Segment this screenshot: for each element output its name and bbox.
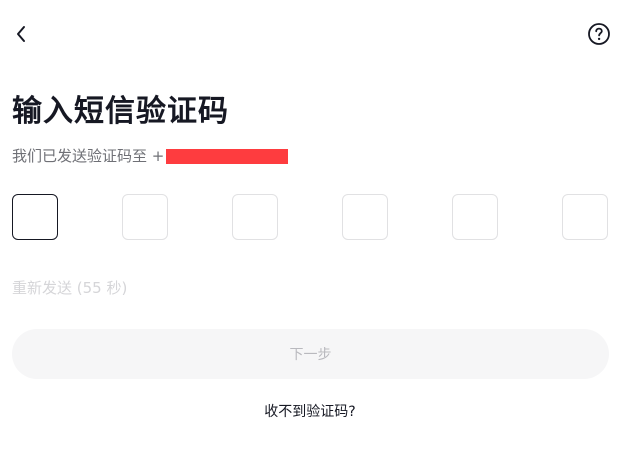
code-digit-1[interactable] bbox=[12, 194, 58, 240]
code-digit-3[interactable] bbox=[232, 194, 278, 240]
help-button[interactable] bbox=[586, 21, 612, 47]
back-button[interactable] bbox=[8, 21, 34, 47]
sent-to-text: 我们已发送验证码至 + bbox=[12, 143, 289, 167]
page-title: 输入短信验证码 bbox=[12, 94, 229, 129]
verification-code-input bbox=[12, 194, 609, 240]
code-digit-6[interactable] bbox=[562, 194, 608, 240]
question-circle-icon bbox=[588, 23, 610, 45]
sent-to-label: 我们已发送验证码至 + bbox=[12, 146, 165, 165]
chevron-left-icon bbox=[17, 26, 25, 42]
resend-countdown: 重新发送 (55 秒) bbox=[12, 279, 128, 297]
code-digit-4[interactable] bbox=[342, 194, 388, 240]
next-button[interactable]: 下一步 bbox=[12, 329, 609, 379]
phone-number-redacted bbox=[166, 148, 289, 164]
no-code-link[interactable]: 收不到验证码? bbox=[0, 401, 620, 423]
code-digit-5[interactable] bbox=[452, 194, 498, 240]
code-digit-2[interactable] bbox=[122, 194, 168, 240]
